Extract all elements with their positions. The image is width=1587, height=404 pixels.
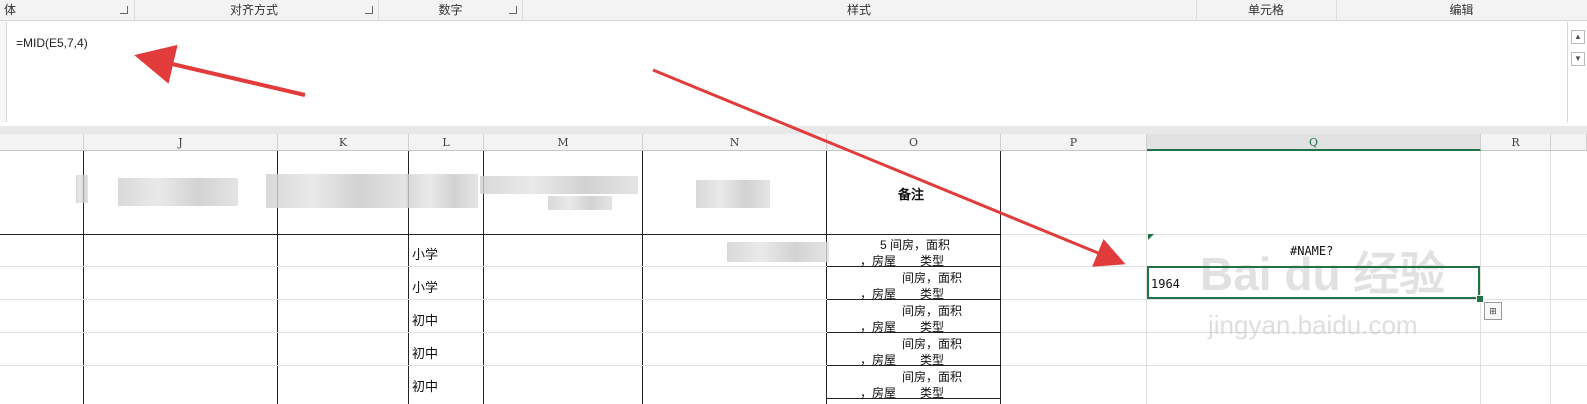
redacted-header (76, 175, 88, 203)
column-header-next[interactable] (1551, 134, 1587, 151)
cell-o-row1-line2[interactable]: ，房屋 类型 (860, 252, 944, 269)
redacted-header (480, 176, 638, 194)
cell-l-row3[interactable]: 初中 (412, 310, 438, 329)
font-dialog-launcher-icon[interactable] (120, 6, 128, 14)
cell-o-row3-line2[interactable]: ，房屋 类型 (860, 318, 944, 335)
scroll-up-icon[interactable]: ▲ (1571, 30, 1585, 44)
redacted-header (696, 180, 770, 208)
ribbon-group-cells[interactable]: 单元格 (1196, 0, 1336, 20)
quick-analysis-icon[interactable]: ⊞ (1484, 302, 1502, 320)
number-dialog-launcher-icon[interactable] (509, 6, 517, 14)
grid-line (1550, 151, 1551, 404)
ribbon-group-bar: 体 对齐方式 数字 样式 单元格 编辑 (0, 0, 1587, 21)
cell-l-row5[interactable]: 初中 (412, 376, 438, 395)
alignment-dialog-launcher-icon[interactable] (365, 6, 373, 14)
ribbon-group-styles[interactable]: 样式 (522, 0, 1196, 20)
cell-q-row1[interactable]: #NAME? (1290, 244, 1333, 258)
redacted-cell (727, 242, 829, 262)
scroll-down-icon[interactable]: ▼ (1571, 52, 1585, 66)
fill-handle-icon[interactable] (1476, 295, 1484, 303)
grid-line (0, 234, 1001, 235)
cell-o-row4-line2[interactable]: ，房屋 类型 (860, 351, 944, 368)
grid-line (642, 151, 643, 404)
cell-l-row2[interactable]: 小学 (412, 277, 438, 296)
column-header-j[interactable]: J (84, 134, 278, 151)
cell-o-row5-line1[interactable]: 间房，面积 (902, 368, 962, 385)
cell-o-row2-line1[interactable]: 间房，面积 (902, 269, 962, 286)
ribbon-group-alignment[interactable]: 对齐方式 (134, 0, 374, 20)
header-remarks: 备注 (898, 187, 925, 202)
grid-line (0, 365, 1587, 366)
cell-l-row4[interactable]: 初中 (412, 343, 438, 362)
column-header-o[interactable]: O (827, 134, 1001, 151)
grid-line (1000, 151, 1001, 404)
formula-bar: =MID(E5,7,4) ▲ ▼ (0, 22, 1587, 126)
ribbon-group-editing[interactable]: 编辑 (1336, 0, 1587, 20)
ribbon-group-font[interactable]: 体 (0, 0, 20, 20)
cell-o-row3-line1[interactable]: 间房，面积 (902, 302, 962, 319)
cell-o-row2-line2[interactable]: ，房屋 类型 (860, 285, 944, 302)
column-header-k[interactable]: K (278, 134, 409, 151)
cell-q-row2[interactable]: 1964 (1151, 277, 1180, 291)
column-header-l[interactable]: L (409, 134, 484, 151)
formula-input[interactable]: =MID(E5,7,4) (16, 36, 88, 50)
baidu-watermark-url: jingyan.baidu.com (1208, 310, 1418, 340)
cell-o-row1-line1[interactable]: 5 间房，面积 (880, 236, 950, 253)
grid-line (1001, 234, 1587, 235)
redacted-header (548, 196, 612, 210)
column-header-blank (0, 134, 84, 151)
grid-line (826, 151, 827, 404)
ribbon-group-number[interactable]: 数字 (378, 0, 523, 20)
grid-line (1480, 151, 1481, 404)
cell-o-row5-line2[interactable]: ，房屋 类型 (860, 384, 944, 401)
redacted-header (406, 174, 478, 208)
formula-bar-scrollbar[interactable]: ▲ ▼ (1567, 22, 1586, 122)
cell-o-row4-line1[interactable]: 间房，面积 (902, 335, 962, 352)
error-indicator-icon[interactable] (1148, 234, 1154, 240)
column-header-q[interactable]: Q (1147, 134, 1481, 151)
column-header-n[interactable]: N (643, 134, 827, 151)
active-cell-q[interactable] (1147, 266, 1480, 299)
sheet-top-gap (0, 126, 1587, 134)
column-header-p[interactable]: P (1001, 134, 1147, 151)
formula-bar-handle (0, 22, 7, 122)
column-header-m[interactable]: M (484, 134, 643, 151)
redacted-header (118, 178, 238, 206)
column-header-r[interactable]: R (1481, 134, 1551, 151)
redacted-header (266, 174, 406, 208)
cell-l-row1[interactable]: 小学 (412, 244, 438, 263)
